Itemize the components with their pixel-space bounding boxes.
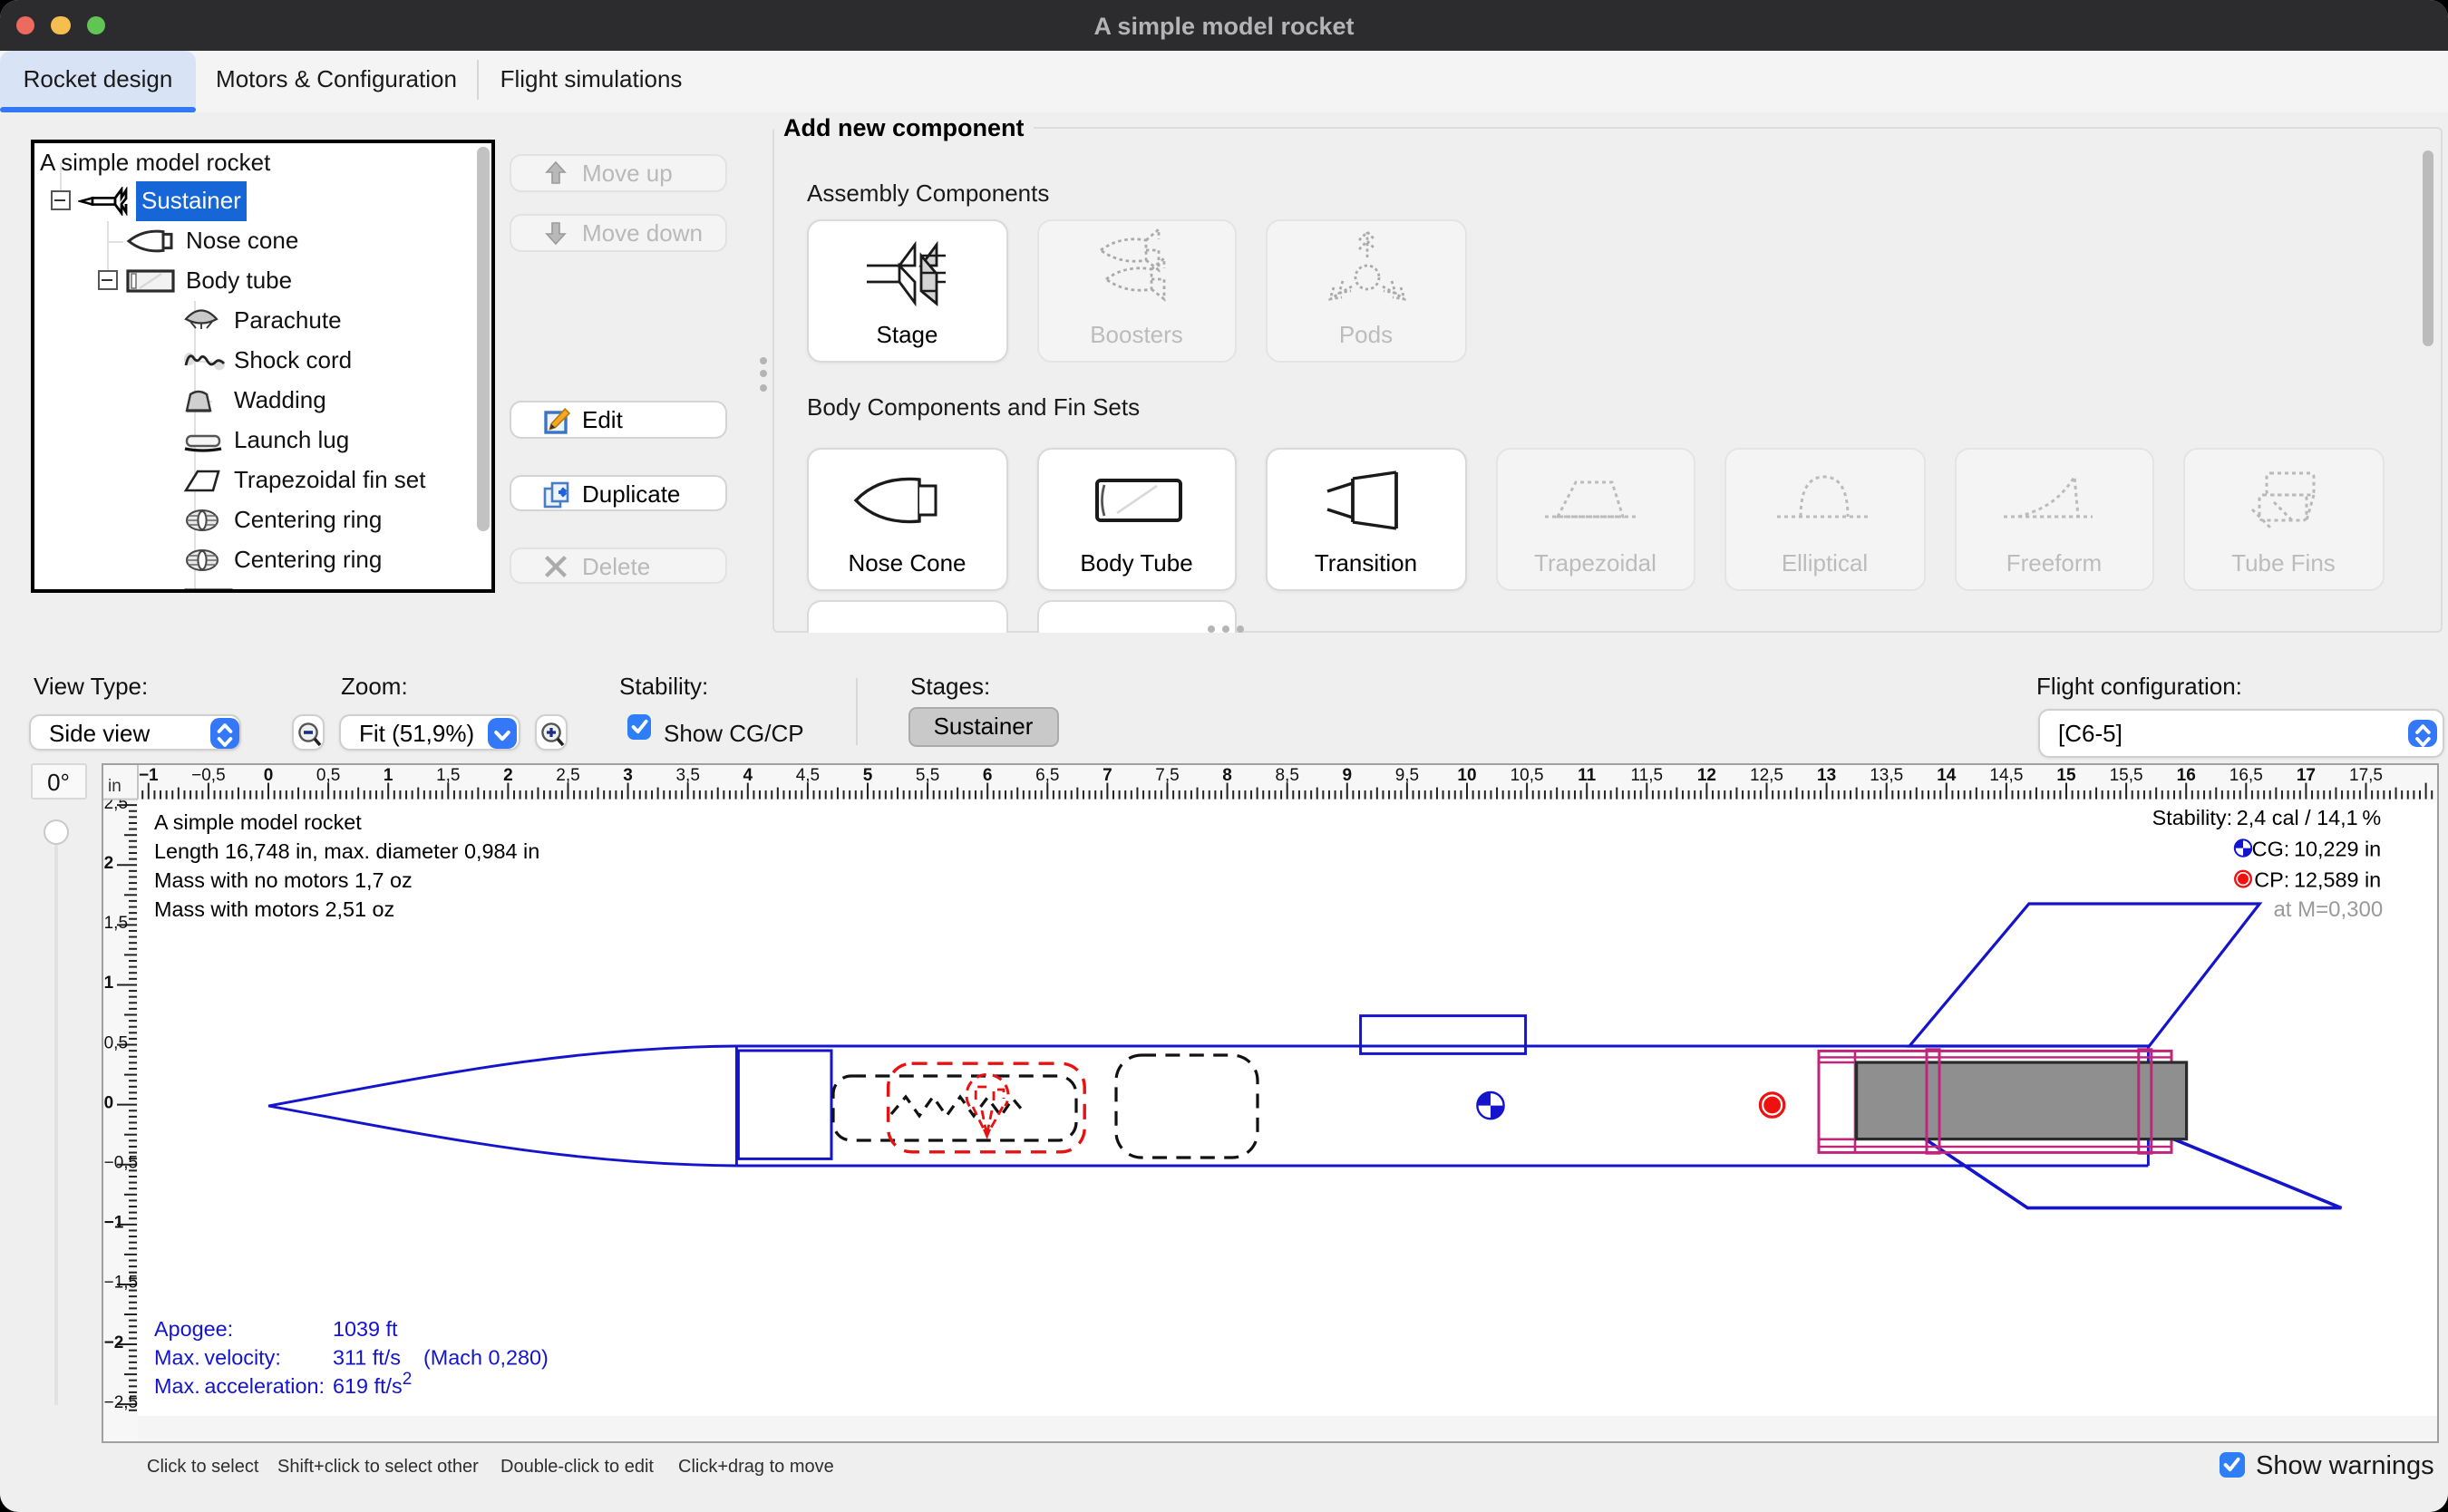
svg-text:16,5: 16,5	[2229, 766, 2262, 785]
svg-text:4,5: 4,5	[795, 766, 819, 785]
svg-text:0: 0	[103, 1093, 113, 1112]
svg-text:2: 2	[103, 854, 113, 873]
svg-text:9,5: 9,5	[1394, 766, 1418, 785]
svg-text:0,5: 0,5	[103, 1033, 127, 1052]
svg-text:14: 14	[1936, 766, 1956, 785]
svg-text:17: 17	[2296, 766, 2315, 785]
svg-text:12,5: 12,5	[1749, 766, 1783, 785]
svg-text:(Mach 0,280): (Mach 0,280)	[423, 1346, 548, 1370]
svg-text:5,5: 5,5	[915, 766, 938, 785]
svg-text:in: in	[107, 777, 121, 796]
svg-text:1: 1	[103, 974, 113, 993]
svg-text:CG: 10,229 in: CG: 10,229 in	[2251, 838, 2381, 861]
svg-text:Max. acceleration:: Max. acceleration:	[153, 1374, 324, 1398]
svg-text:9: 9	[1342, 766, 1352, 785]
svg-text:Mass with motors 2,51 oz: Mass with motors 2,51 oz	[153, 897, 393, 921]
svg-text:0,5: 0,5	[316, 766, 339, 785]
svg-text:−2: −2	[103, 1333, 123, 1352]
svg-text:13,5: 13,5	[1869, 766, 1902, 785]
svg-text:311 ft/s: 311 ft/s	[332, 1346, 400, 1370]
svg-text:2: 2	[502, 766, 512, 785]
svg-text:8: 8	[1221, 766, 1231, 785]
svg-text:−1: −1	[138, 766, 158, 785]
svg-text:−1: −1	[103, 1214, 123, 1233]
svg-text:7,5: 7,5	[1154, 766, 1178, 785]
svg-text:0: 0	[263, 766, 273, 785]
svg-text:Stability: 2,4 cal / 14,1 %: Stability: 2,4 cal / 14,1 %	[2152, 806, 2381, 829]
svg-text:−0,5: −0,5	[103, 1154, 138, 1173]
svg-text:6: 6	[982, 766, 992, 785]
svg-text:5: 5	[862, 766, 872, 785]
svg-text:1,5: 1,5	[103, 914, 127, 933]
svg-text:11,5: 11,5	[1630, 766, 1663, 785]
svg-text:16: 16	[2176, 766, 2195, 785]
svg-text:3: 3	[622, 766, 632, 785]
svg-text:A simple model rocket: A simple model rocket	[153, 810, 361, 834]
svg-text:15: 15	[2055, 766, 2075, 785]
svg-text:1,5: 1,5	[435, 766, 459, 785]
svg-text:10,5: 10,5	[1510, 766, 1543, 785]
svg-text:6,5: 6,5	[1035, 766, 1058, 785]
svg-text:at M=0,300: at M=0,300	[2272, 897, 2382, 922]
svg-text:2,5: 2,5	[555, 766, 578, 785]
svg-text:CP: 12,589 in: CP: 12,589 in	[2253, 868, 2380, 892]
svg-text:15,5: 15,5	[2109, 766, 2142, 785]
svg-text:Apogee:: Apogee:	[153, 1317, 232, 1341]
svg-text:Mass with no motors 1,7 oz: Mass with no motors 1,7 oz	[153, 868, 412, 892]
svg-text:8,5: 8,5	[1274, 766, 1297, 785]
svg-text:619 ft/s2: 619 ft/s2	[332, 1370, 411, 1398]
svg-text:7: 7	[1102, 766, 1112, 785]
svg-text:10: 10	[1456, 766, 1475, 785]
svg-text:13: 13	[1816, 766, 1835, 785]
svg-text:12: 12	[1696, 766, 1715, 785]
svg-text:Length 16,748 in, max. diamete: Length 16,748 in, max. diameter 0,984 in	[153, 839, 539, 863]
svg-text:1: 1	[383, 766, 393, 785]
svg-text:17,5: 17,5	[2348, 766, 2382, 785]
svg-text:−0,5: −0,5	[190, 766, 225, 785]
svg-text:3,5: 3,5	[675, 766, 698, 785]
svg-text:Max. velocity:: Max. velocity:	[153, 1346, 280, 1370]
svg-text:1039 ft: 1039 ft	[332, 1317, 397, 1341]
svg-text:−1,5: −1,5	[103, 1274, 138, 1293]
svg-text:4: 4	[743, 766, 753, 785]
svg-text:−2,5: −2,5	[103, 1393, 138, 1412]
svg-text:11: 11	[1577, 766, 1596, 785]
svg-text:14,5: 14,5	[1988, 766, 2022, 785]
